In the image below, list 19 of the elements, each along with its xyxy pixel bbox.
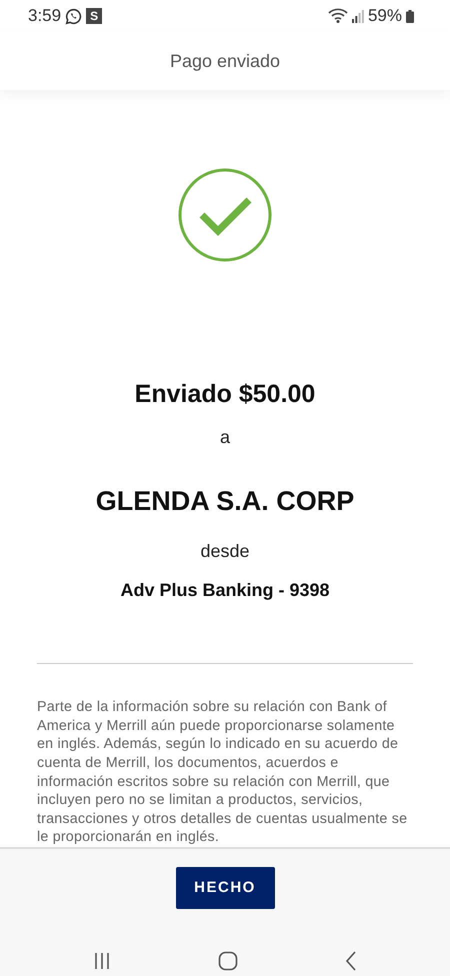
checkmark-circle-icon bbox=[177, 167, 273, 264]
recent-apps-icon[interactable] bbox=[93, 952, 112, 970]
battery-percent: 59% bbox=[368, 6, 402, 26]
signal-icon bbox=[352, 9, 364, 24]
status-time: 3:59 bbox=[28, 6, 62, 26]
to-label: a bbox=[220, 427, 230, 448]
whatsapp-icon bbox=[65, 8, 82, 25]
account-name: Adv Plus Banking - 9398 bbox=[120, 580, 330, 602]
home-icon[interactable] bbox=[218, 950, 238, 971]
done-button[interactable]: HECHO bbox=[176, 866, 274, 909]
page-title: Pago enviado bbox=[170, 50, 280, 72]
disclaimer-text: Parte de la información sobre su relación con Bank of America y Merrill aún puede proporcionarse solamente en inglés. Además, según lo indicado en su acuerdo de cuenta de Merrill, los documentos, acuerdos e información escritos sobre su relación con Merrill, que incluyen pero no se limitan a productos, servicios, transacciones y otros detalles de cuentas usualmente se le proporcionarán en inglés. bbox=[37, 698, 408, 847]
wifi-icon bbox=[328, 8, 348, 24]
recipient-name: GLENDA S.A. CORP bbox=[96, 486, 354, 518]
back-icon[interactable] bbox=[344, 950, 357, 971]
notification-badge: S bbox=[86, 8, 102, 24]
battery-icon bbox=[406, 10, 414, 23]
amount-sent: Enviado $50.00 bbox=[134, 380, 316, 410]
from-label: desde bbox=[200, 541, 250, 562]
